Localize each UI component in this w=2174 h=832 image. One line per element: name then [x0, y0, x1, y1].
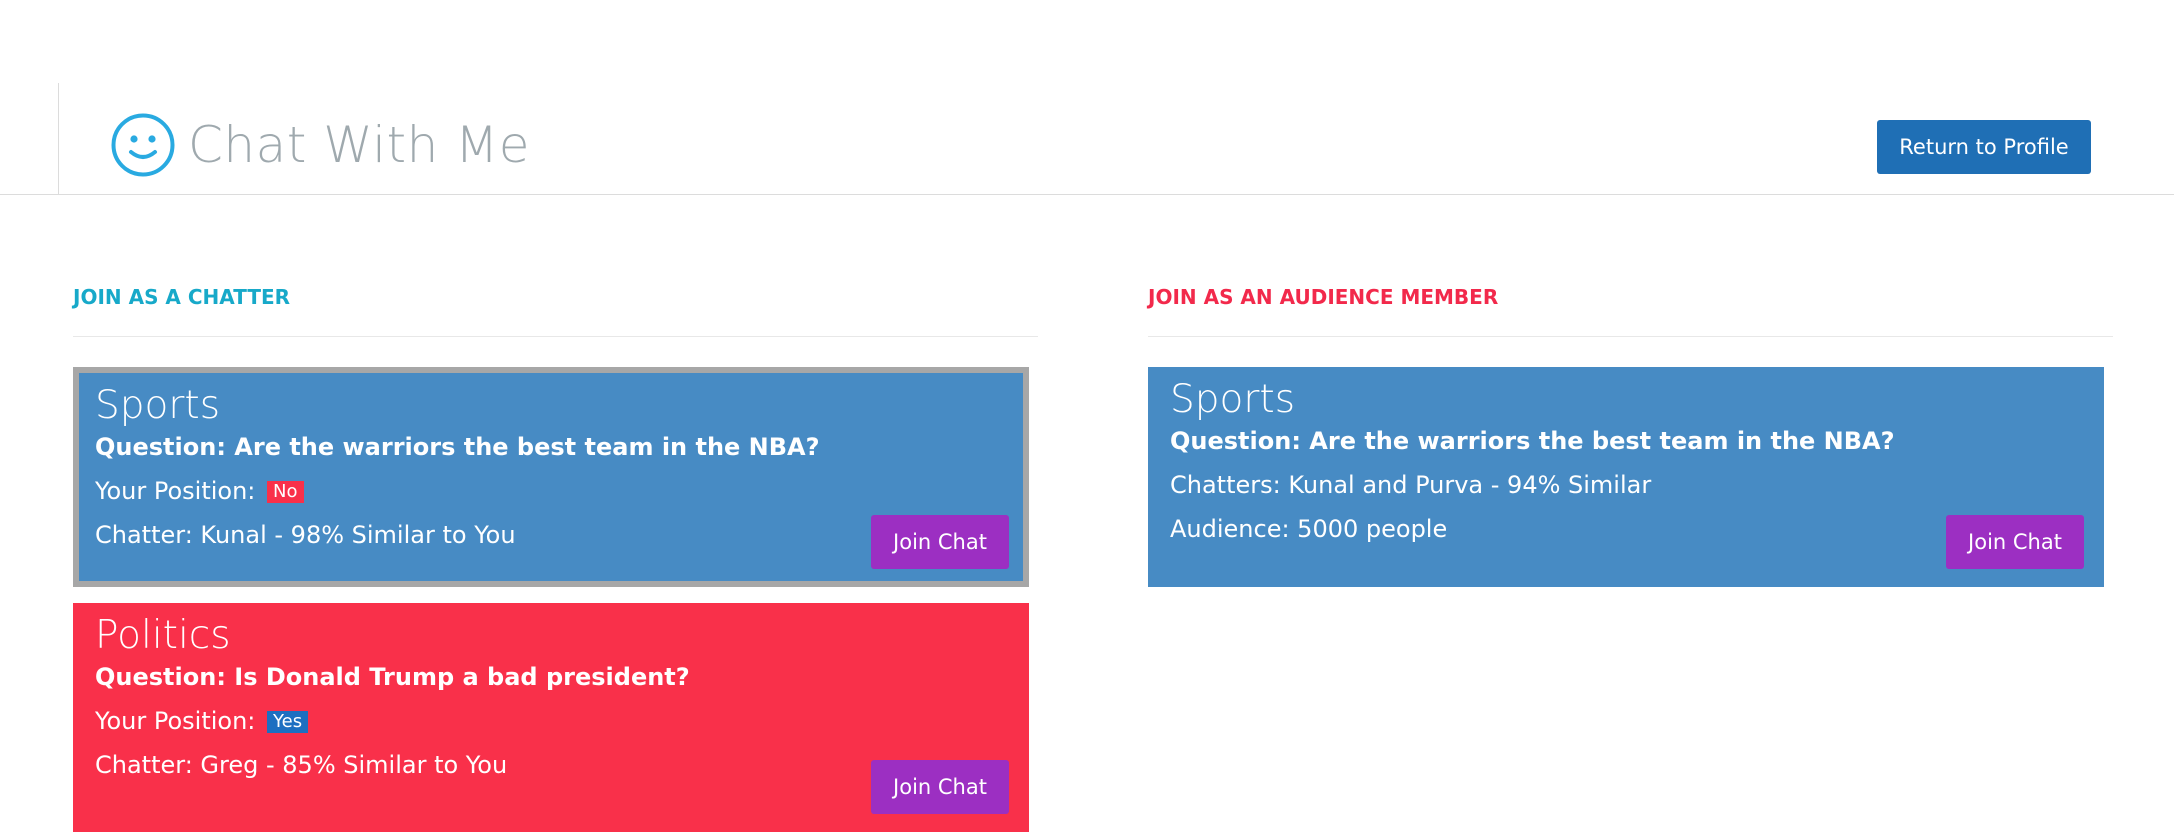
chatter-column: JOIN AS A CHATTER Sports Question: Are t…	[73, 282, 1038, 832]
header-divider	[58, 83, 59, 194]
smiley-icon	[111, 113, 175, 177]
join-chat-button[interactable]: Join Chat	[871, 515, 1009, 569]
chat-card-politics[interactable]: Politics Question: Is Donald Trump a bad…	[73, 603, 1029, 832]
top-header: Chat With Me Return to Profile	[0, 0, 2174, 195]
section-divider	[73, 336, 1038, 337]
brand[interactable]: Chat With Me	[110, 110, 530, 180]
your-position-label: Your Position:	[95, 707, 256, 735]
audience-card-sports[interactable]: Sports Question: Are the warriors the be…	[1148, 367, 2104, 587]
card-topic: Sports	[95, 383, 221, 428]
card-question: Question: Are the warriors the best team…	[95, 433, 820, 461]
your-position-label: Your Position:	[95, 477, 256, 505]
join-chat-button[interactable]: Join Chat	[1946, 515, 2084, 569]
join-chat-button[interactable]: Join Chat	[871, 760, 1009, 814]
section-divider	[1148, 336, 2113, 337]
card-question: Question: Is Donald Trump a bad presiden…	[95, 663, 690, 691]
audience-section-title: JOIN AS AN AUDIENCE MEMBER	[1148, 285, 1499, 309]
app-title: Chat With Me	[188, 116, 531, 174]
chat-card-sports[interactable]: Sports Question: Are the warriors the be…	[73, 367, 1029, 587]
position-badge: Yes	[267, 711, 309, 733]
chatter-section-title: JOIN AS A CHATTER	[73, 285, 291, 309]
card-topic: Sports	[1170, 377, 1296, 422]
return-to-profile-button[interactable]: Return to Profile	[1877, 120, 2091, 174]
chatters-info: Chatters: Kunal and Purva - 94% Similar	[1170, 471, 1652, 499]
your-position-line: Your Position: Yes	[95, 705, 1007, 737]
audience-column: JOIN AS AN AUDIENCE MEMBER Sports Questi…	[1148, 282, 2113, 587]
card-topic: Politics	[95, 613, 231, 658]
your-position-line: Your Position: No	[95, 475, 1007, 507]
position-badge: No	[267, 481, 304, 503]
card-question: Question: Are the warriors the best team…	[1170, 427, 1895, 455]
